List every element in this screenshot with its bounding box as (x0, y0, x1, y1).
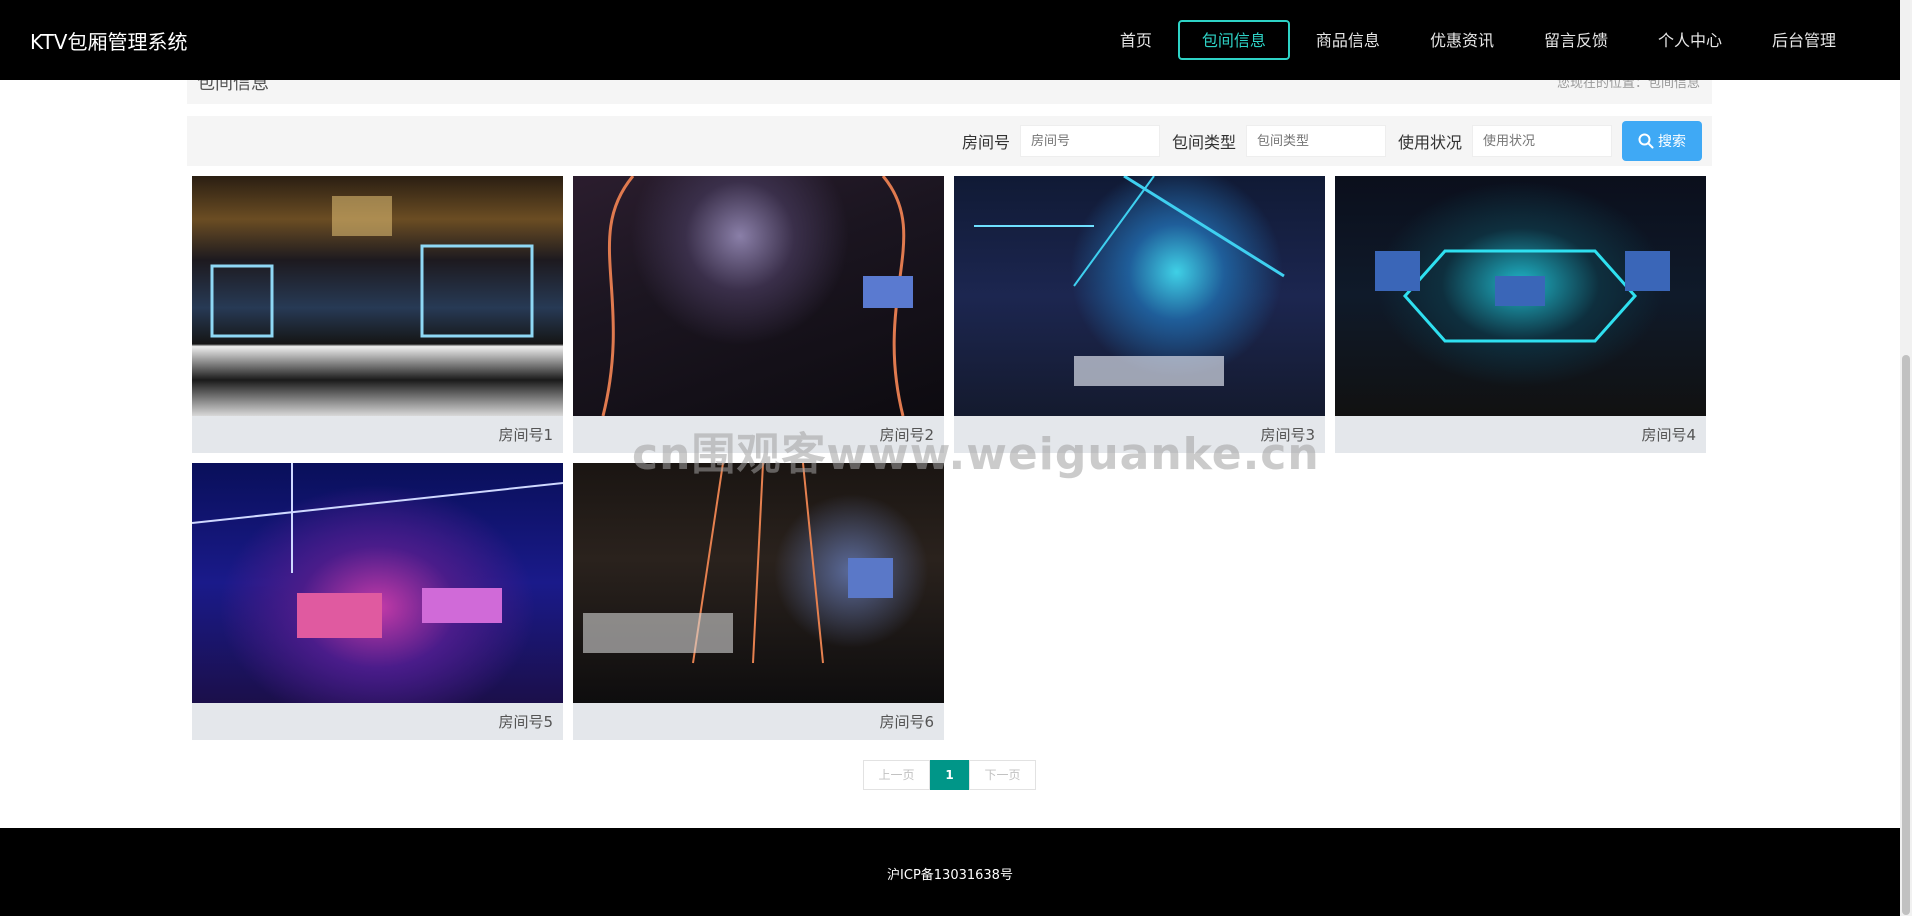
search-bar: 房间号 包间类型 使用状况 搜索 (187, 116, 1712, 166)
room-image[interactable] (573, 176, 944, 416)
top-navbar: KTV包厢管理系统 首页 包间信息 商品信息 优惠资讯 留言反馈 个人中心 后台… (0, 0, 1900, 80)
nav-promotions[interactable]: 优惠资讯 (1406, 20, 1518, 60)
room-caption: 房间号3 (1260, 426, 1315, 444)
room-image[interactable] (954, 176, 1325, 416)
nav-home[interactable]: 首页 (1096, 20, 1176, 60)
room-image-art (601, 176, 913, 416)
room-image-art (974, 176, 1285, 386)
room-card[interactable]: 房间号6 (573, 463, 944, 740)
main-nav: 首页 包间信息 商品信息 优惠资讯 留言反馈 个人中心 后台管理 (1094, 0, 1860, 80)
footer: 沪ICP备13031638号 (0, 828, 1900, 916)
room-type-label: 包间类型 (1171, 133, 1236, 152)
room-image[interactable] (192, 463, 563, 703)
room-card[interactable]: 房间号2 (573, 176, 944, 453)
usage-status-label: 使用状况 (1397, 133, 1462, 152)
search-button-label: 搜索 (1658, 134, 1686, 150)
room-image-art (1375, 249, 1670, 343)
room-card[interactable]: 房间号4 (1335, 176, 1706, 453)
nav-profile[interactable]: 个人中心 (1634, 20, 1746, 60)
room-caption: 房间号1 (498, 426, 553, 444)
room-type-input[interactable] (1245, 125, 1386, 157)
nav-feedback[interactable]: 留言反馈 (1520, 20, 1632, 60)
room-image[interactable] (1335, 176, 1706, 416)
icp-record: 沪ICP备13031638号 (887, 868, 1013, 883)
room-caption: 房间号6 (879, 713, 934, 731)
room-image[interactable] (192, 176, 563, 416)
current-page-button[interactable]: 1 (930, 760, 969, 790)
room-number-input[interactable] (1019, 125, 1160, 157)
search-icon (1638, 133, 1654, 149)
room-card[interactable]: 房间号5 (192, 463, 563, 740)
room-card[interactable]: 房间号1 (192, 176, 563, 453)
pagination: 上一页 1 下一页 (863, 760, 1036, 790)
usage-status-input[interactable] (1472, 125, 1612, 157)
room-card[interactable]: 房间号3 (954, 176, 1325, 453)
nav-admin[interactable]: 后台管理 (1748, 20, 1860, 60)
scrollbar-thumb[interactable] (1902, 355, 1910, 915)
room-image[interactable] (573, 463, 944, 703)
page: 包间信息 您现在的位置：包间信息 KTV包厢管理系统 首页 包间信息 商品信息 … (0, 0, 1912, 916)
room-image-art (583, 463, 893, 664)
room-caption: 房间号2 (879, 426, 934, 444)
room-caption: 房间号4 (1641, 426, 1696, 444)
site-brand[interactable]: KTV包厢管理系统 (30, 26, 187, 55)
search-button[interactable]: 搜索 (1622, 121, 1702, 161)
room-image-art (192, 463, 563, 638)
vertical-scrollbar[interactable] (1900, 0, 1912, 916)
nav-rooms[interactable]: 包间信息 (1177, 20, 1290, 60)
nav-products[interactable]: 商品信息 (1292, 20, 1404, 60)
room-caption: 房间号5 (498, 713, 553, 731)
prev-page-button[interactable]: 上一页 (863, 760, 930, 790)
room-number-label: 房间号 (961, 133, 1010, 152)
next-page-button[interactable]: 下一页 (969, 760, 1036, 790)
room-image-art (210, 196, 534, 338)
